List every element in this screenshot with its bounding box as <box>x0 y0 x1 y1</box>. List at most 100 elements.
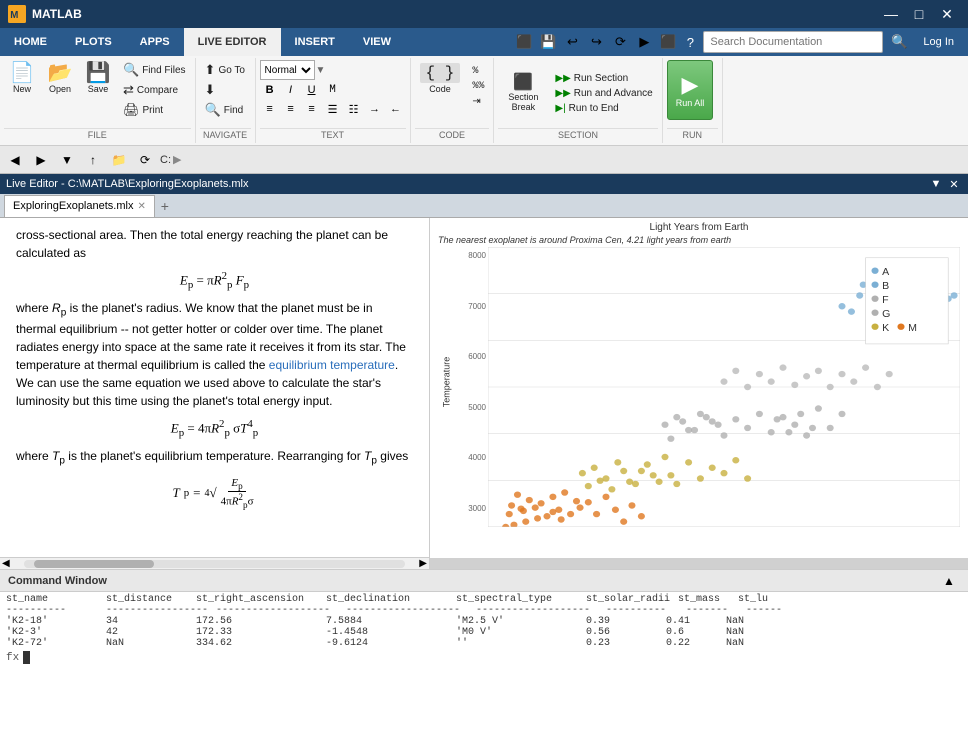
indent-code-button[interactable]: ⇥ <box>467 94 489 109</box>
forward-button[interactable]: ▶ <box>30 150 52 170</box>
percent-button[interactable]: % <box>467 64 489 79</box>
tab-plots[interactable]: PLOTS <box>61 28 126 56</box>
section-stacked: ▶▶ Run Section ▶▶ Run and Advance ▶| Run… <box>550 71 657 116</box>
italic-button[interactable]: I <box>281 81 301 99</box>
outdent-button[interactable]: ← <box>386 100 406 118</box>
format-select-row: Normal ▼ <box>260 60 326 80</box>
scatter-container: A B F G K M <box>488 247 960 517</box>
browse-history-button[interactable]: ▼ <box>56 150 78 170</box>
align-left-button[interactable]: ≡ <box>260 100 280 118</box>
cmd-cursor[interactable] <box>23 651 30 664</box>
section-group-content: ⬛ SectionBreak ▶▶ Run Section ▶▶ Run and… <box>498 60 657 126</box>
tab-insert[interactable]: INSERT <box>281 28 349 56</box>
scroll-left-arrow[interactable]: ◀ <box>0 558 12 569</box>
help-icon[interactable]: ? <box>681 33 699 51</box>
bold-button[interactable]: B <box>260 81 280 99</box>
print-button[interactable]: 🖨 Print <box>118 100 191 120</box>
section-break-button[interactable]: ⬛ SectionBreak <box>498 72 548 115</box>
open-button[interactable]: 📂 Open <box>42 60 78 97</box>
save-button[interactable]: 💾 Save <box>80 60 116 97</box>
r1-lu: NaN <box>726 616 776 627</box>
matlab-logo: M <box>8 5 26 23</box>
col-st-mass: st_mass <box>678 594 738 605</box>
run-all-button[interactable]: ▶ Run All <box>667 60 714 120</box>
chart-inner: Light Years from Earth The nearest exopl… <box>430 218 968 558</box>
file-tab[interactable]: ExploringExoplanets.mlx ✕ <box>4 195 155 217</box>
mono-button[interactable]: M <box>323 81 343 99</box>
toolbar-icon-4[interactable]: ↪ <box>585 32 607 52</box>
equilibrium-link[interactable]: equilibrium temperature <box>269 358 395 372</box>
run-group-label: RUN <box>667 128 718 141</box>
up-folder-button[interactable]: ↑ <box>82 150 104 170</box>
find-files-icon: 🔍 <box>123 62 139 78</box>
list-button[interactable]: ☰ <box>323 100 343 118</box>
ribbon-group-text: Normal ▼ B I U M ≡ ≡ ≡ ☰ ☷ → ← TEXT <box>256 58 411 143</box>
r1-dec: 7.5884 <box>326 616 456 627</box>
refresh-button[interactable]: ⟳ <box>134 150 156 170</box>
run-advance-button[interactable]: ▶▶ Run and Advance <box>550 86 657 101</box>
doc-wrapper: cross-sectional area. Then the total ene… <box>0 218 430 569</box>
go-to-button[interactable]: ⬆ Go To <box>200 60 250 80</box>
navigate-down-button[interactable]: ⬇ <box>200 80 250 100</box>
num-list-button[interactable]: ☷ <box>344 100 364 118</box>
cmd-content[interactable]: st_name st_distance st_right_ascension s… <box>0 592 968 729</box>
toolbar-icon-3[interactable]: ↩ <box>561 32 583 52</box>
close-button[interactable]: ✕ <box>934 4 960 24</box>
run-end-button[interactable]: ▶| Run to End <box>550 101 657 116</box>
format-select[interactable]: Normal <box>260 60 315 80</box>
cmd-sep-row: ---------- ----------------- -----------… <box>6 605 962 616</box>
ribbon-group-code: { } Code % %% ⇥ CODE <box>411 58 495 143</box>
login-button[interactable]: Log In <box>915 31 962 53</box>
toolbar-icon-1[interactable]: ⬛ <box>513 32 535 52</box>
tab-view[interactable]: VIEW <box>349 28 405 56</box>
r1-dist: 34 <box>106 616 196 627</box>
path-root: C: <box>160 154 171 166</box>
toolbar-icon-6[interactable]: ▶ <box>633 32 655 52</box>
search-input[interactable] <box>703 31 883 53</box>
cmd-expand-button[interactable]: ▲ <box>938 571 960 591</box>
find-nav-icon: 🔍 <box>205 102 221 118</box>
ribbon-group-file: 📄 New 📂 Open 💾 Save 🔍 Find Files ⇄ Compa… <box>0 58 196 143</box>
find-files-button[interactable]: 🔍 Find Files <box>118 60 191 80</box>
toolbar-icon-7[interactable]: ⬛ <box>657 32 679 52</box>
col-st-spec: st_spectral_type <box>456 594 586 605</box>
doc-horizontal-scroll[interactable]: ◀ ▶ <box>0 557 429 569</box>
tab-apps[interactable]: APPS <box>126 28 184 56</box>
indent-button[interactable]: → <box>365 100 385 118</box>
scroll-track[interactable] <box>24 560 406 568</box>
scroll-right-arrow[interactable]: ▶ <box>417 558 429 569</box>
underline-button[interactable]: U <box>302 81 322 99</box>
folder-icon-button[interactable]: 📁 <box>108 150 130 170</box>
tab-close-button[interactable]: ✕ <box>137 201 145 212</box>
toolbar-icon-2[interactable]: 💾 <box>537 32 559 52</box>
editor-close-button[interactable]: ✕ <box>946 177 962 191</box>
scroll-thumb[interactable] <box>34 560 154 568</box>
editor-collapse-button[interactable]: ▼ <box>928 177 944 191</box>
align-center-button[interactable]: ≡ <box>281 100 301 118</box>
toolbar-icon-5[interactable]: ⟳ <box>609 32 631 52</box>
tab-live-editor[interactable]: LIVE EDITOR <box>184 28 281 56</box>
find-button[interactable]: 🔍 Find <box>200 100 250 120</box>
search-button[interactable]: 🔍 <box>887 31 911 53</box>
svg-text:M: M <box>908 323 917 333</box>
back-button[interactable]: ◀ <box>4 150 26 170</box>
run-section-button[interactable]: ▶▶ Run Section <box>550 71 657 86</box>
code-button[interactable]: { } Code <box>415 60 466 97</box>
doc-para-3: where Tp is the planet's equilibrium tem… <box>16 447 413 468</box>
ribbon-group-navigate: ⬆ Go To ⬇ 🔍 Find NAVIGATE <box>196 58 256 143</box>
maximize-button[interactable]: □ <box>906 4 932 24</box>
compare-button[interactable]: ⇄ Compare <box>118 80 191 100</box>
text-group-label: TEXT <box>260 128 406 141</box>
cmd-data-row-3: 'K2-72' NaN 334.62 -9.6124 '' 0.23 0.22 … <box>6 638 962 649</box>
percent2-button[interactable]: %% <box>467 79 489 94</box>
tab-home[interactable]: HOME <box>0 28 61 56</box>
align-right-button[interactable]: ≡ <box>302 100 322 118</box>
new-button[interactable]: 📄 New <box>4 60 40 97</box>
minimize-button[interactable]: — <box>878 4 904 24</box>
add-tab-button[interactable]: + <box>155 196 175 216</box>
r2-name: 'K2-3' <box>6 627 106 638</box>
doc-pane[interactable]: cross-sectional area. Then the total ene… <box>0 218 430 557</box>
svg-text:M: M <box>10 10 18 21</box>
col-st-distance: st_distance <box>106 594 196 605</box>
ribbon-group-section: ⬛ SectionBreak ▶▶ Run Section ▶▶ Run and… <box>494 58 662 143</box>
